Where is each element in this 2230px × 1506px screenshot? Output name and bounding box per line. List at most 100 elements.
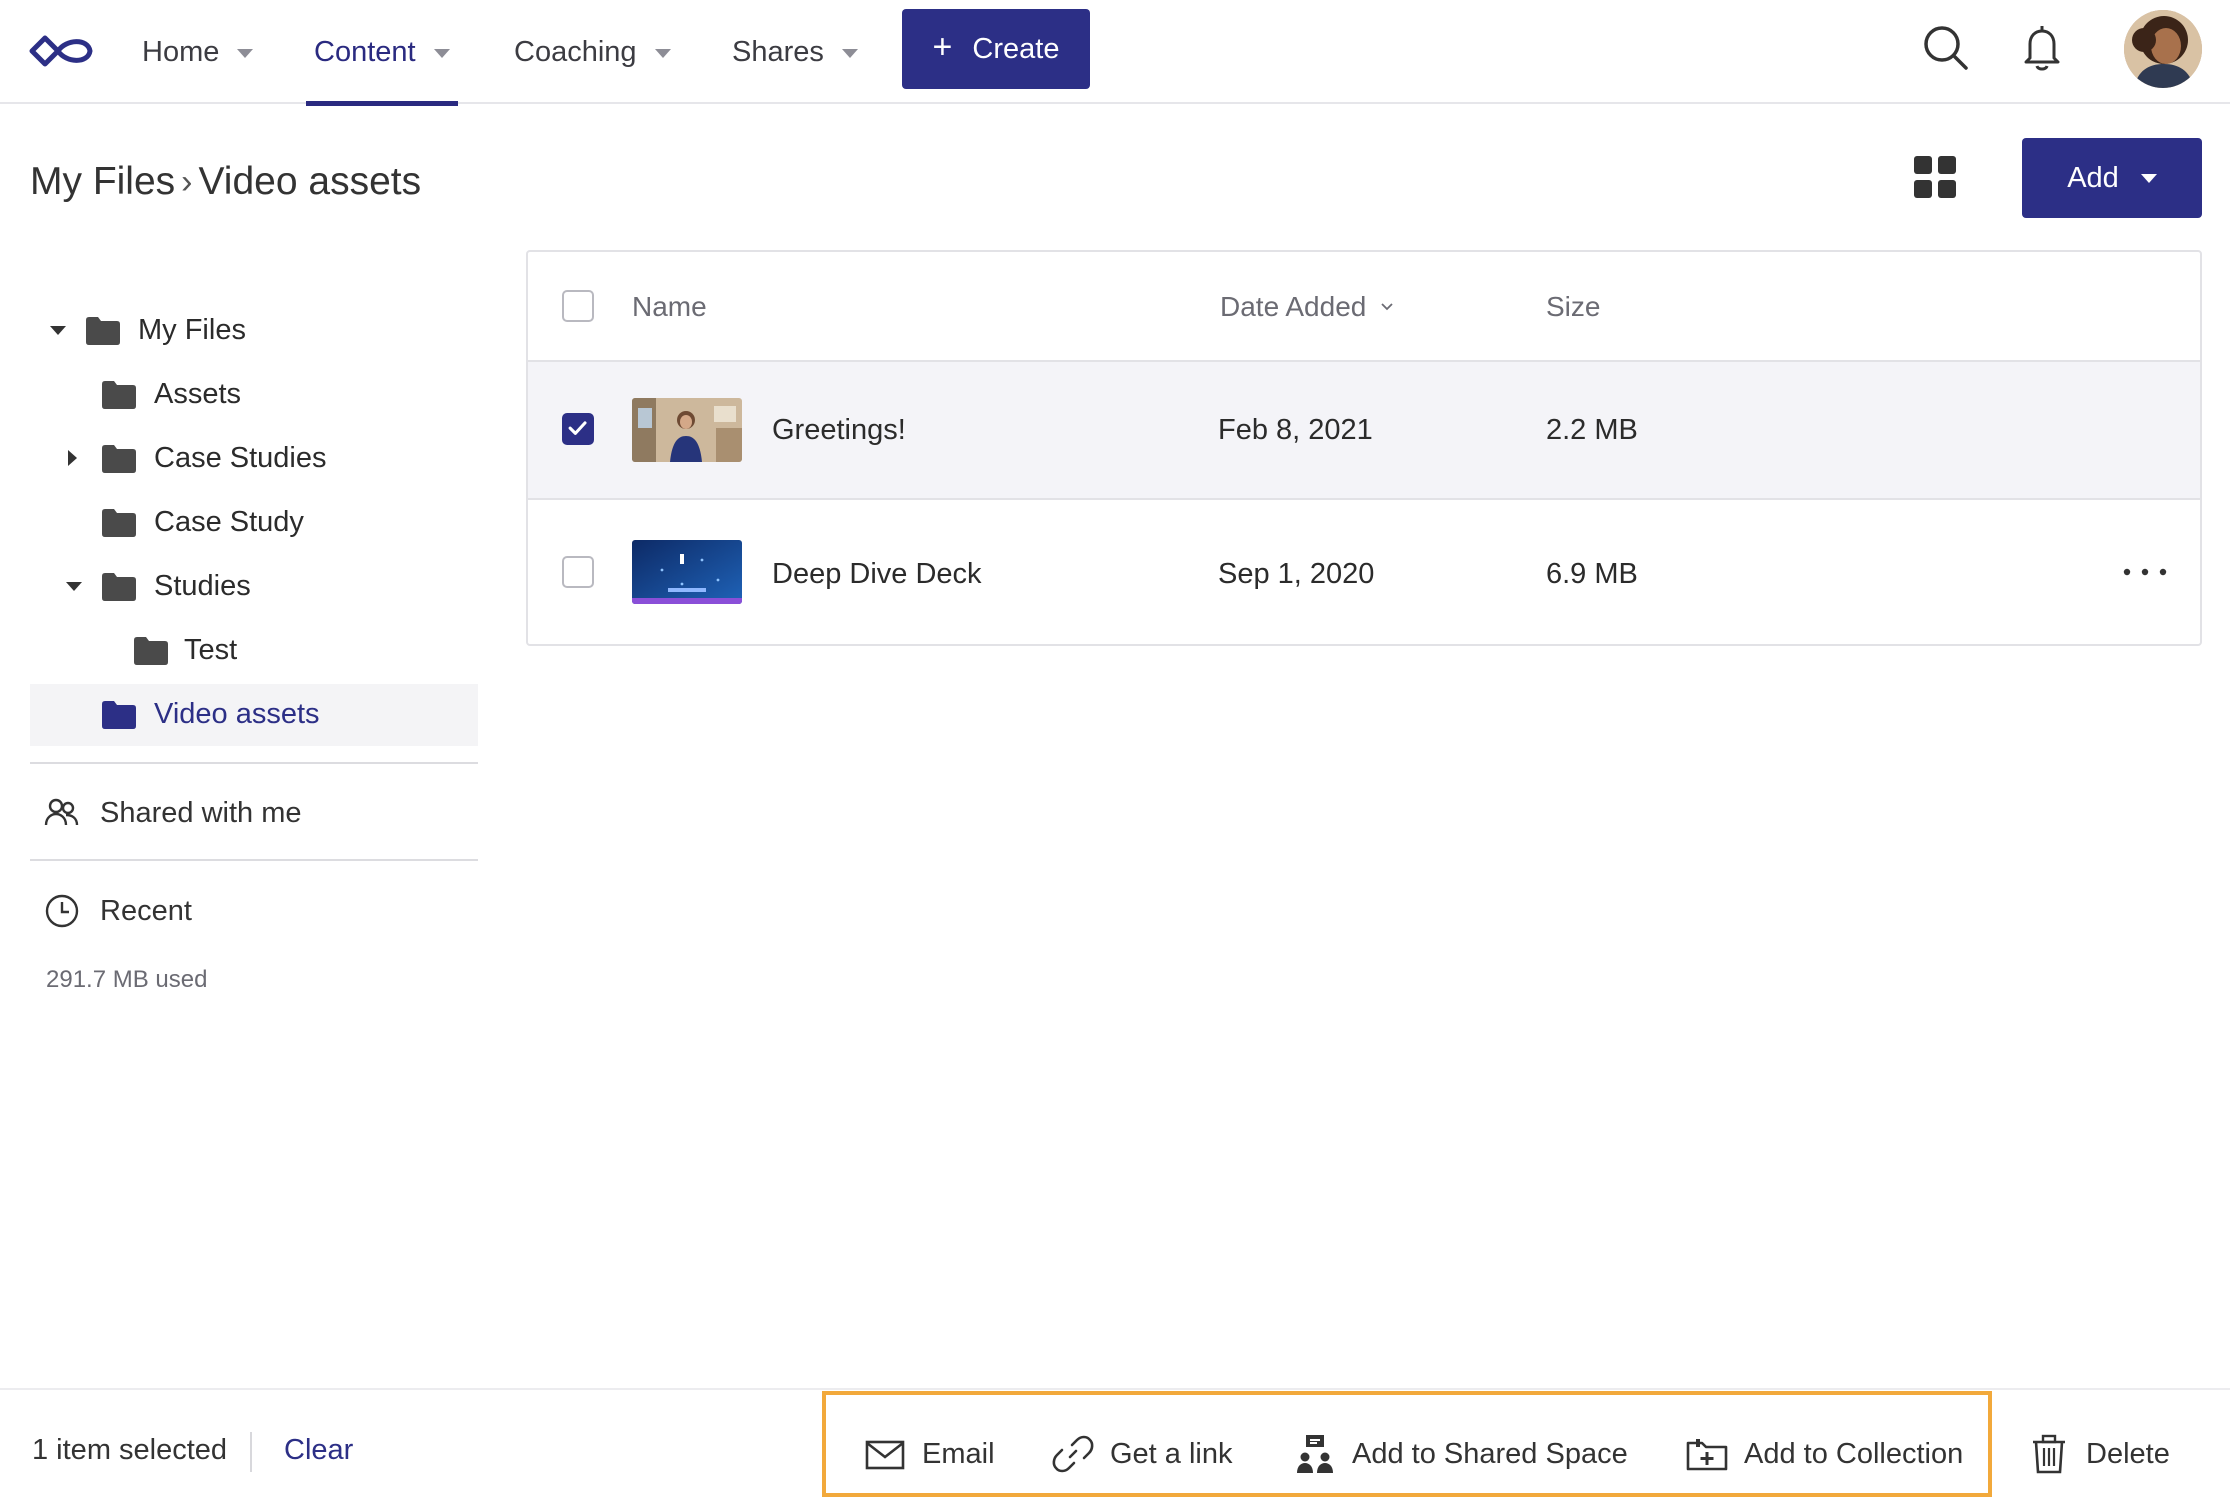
plus-icon: + — [932, 27, 953, 66]
search-icon[interactable] — [1920, 22, 1972, 74]
caret-down-icon[interactable] — [50, 325, 66, 335]
add-button[interactable]: Add — [2022, 138, 2202, 218]
add-to-collection-label: Add to Collection — [1744, 1437, 1964, 1470]
add-to-shared-space-button[interactable]: Add to Shared Space — [1294, 1424, 1628, 1484]
tree-item-label: Case Studies — [154, 441, 327, 474]
table-header: Name Date Added Size — [528, 252, 2200, 362]
link-icon — [1052, 1435, 1094, 1473]
tree-item-label: Test — [184, 633, 238, 666]
recent-link[interactable]: Recent — [44, 886, 192, 936]
clock-icon — [45, 894, 79, 928]
user-avatar[interactable] — [2124, 10, 2202, 88]
folder-icon — [102, 573, 136, 601]
shared-space-icon — [1297, 1435, 1333, 1473]
tree-item-studies[interactable]: Studies — [66, 556, 251, 616]
chevron-down-icon — [2140, 173, 2157, 183]
checkmark-icon — [568, 421, 587, 435]
file-size: 2.2 MB — [1546, 413, 1638, 446]
tree-item-label: Case Study — [154, 505, 304, 538]
selected-count: 1 item selected — [32, 1434, 228, 1466]
chevron-down-icon — [841, 49, 858, 58]
brand-logo-icon[interactable] — [28, 30, 96, 72]
sort-chevron-down-icon — [1381, 303, 1393, 311]
sidebar-divider — [30, 859, 478, 861]
recent-label: Recent — [100, 894, 192, 927]
folder-icon — [102, 701, 136, 729]
file-date: Sep 1, 2020 — [1218, 557, 1375, 590]
table-row[interactable]: Greetings! Feb 8, 2021 2.2 MB — [528, 362, 2200, 500]
file-name[interactable]: Deep Dive Deck — [772, 552, 982, 596]
row-checkbox[interactable] — [562, 413, 594, 445]
divider — [250, 1432, 252, 1472]
nav-home[interactable]: Home — [142, 0, 254, 104]
grid-view-icon[interactable] — [1914, 156, 1956, 198]
folder-plus-icon — [1686, 1439, 1728, 1471]
shared-with-me-link[interactable]: Shared with me — [44, 788, 302, 838]
file-size: 6.9 MB — [1546, 557, 1638, 590]
nav-shares[interactable]: Shares — [732, 0, 858, 104]
tree-item-label: Video assets — [154, 697, 320, 730]
tree-item-case-studies[interactable]: Case Studies — [68, 428, 327, 488]
column-name[interactable]: Name — [632, 252, 707, 362]
delete-button[interactable]: Delete — [2028, 1424, 2170, 1484]
create-button-label: Create — [972, 32, 1060, 65]
more-options-icon[interactable] — [2122, 566, 2168, 578]
get-link-label: Get a link — [1110, 1437, 1233, 1470]
tree-item-video-assets[interactable]: Video assets — [102, 684, 320, 744]
table-row[interactable]: Deep Dive Deck Sep 1, 2020 6.9 MB — [528, 502, 2200, 646]
get-link-button[interactable]: Get a link — [1052, 1424, 1233, 1484]
bell-icon[interactable] — [2016, 22, 2068, 74]
add-to-collection-button[interactable]: Add to Collection — [1686, 1424, 1963, 1484]
files-table: Name Date Added Size Greetings! Feb 8, 2… — [526, 250, 2202, 646]
folder-icon — [134, 637, 168, 665]
chevron-right-icon: › — [181, 162, 193, 201]
storage-usage: 291.7 MB used — [46, 966, 208, 993]
tree-item-test[interactable]: Test — [134, 620, 237, 680]
add-button-label: Add — [2067, 161, 2119, 194]
breadcrumb-current: Video assets — [198, 160, 422, 203]
column-size-label: Size — [1546, 291, 1601, 322]
chevron-down-icon — [433, 49, 450, 58]
tree-item-label: Studies — [154, 569, 251, 602]
email-button[interactable]: Email — [864, 1424, 995, 1484]
nav-shares-label: Shares — [732, 35, 824, 68]
column-name-label: Name — [632, 291, 707, 322]
folder-icon — [102, 509, 136, 537]
row-checkbox[interactable] — [562, 556, 594, 588]
file-date: Feb 8, 2021 — [1218, 413, 1373, 446]
tree-item-case-study[interactable]: Case Study — [102, 492, 304, 552]
nav-coaching-label: Coaching — [514, 35, 637, 68]
tree-item-my-files[interactable]: My Files — [50, 300, 246, 360]
tree-item-assets[interactable]: Assets — [102, 364, 241, 424]
nav-home-label: Home — [142, 35, 220, 68]
caret-down-icon[interactable] — [66, 581, 82, 591]
nav-content-label: Content — [314, 35, 416, 68]
deck-thumbnail[interactable] — [632, 540, 742, 604]
tree-item-label: My Files — [138, 313, 246, 346]
nav-coaching[interactable]: Coaching — [514, 0, 671, 104]
envelope-icon — [865, 1440, 905, 1470]
folder-icon — [102, 445, 136, 473]
column-date-added[interactable]: Date Added — [1220, 252, 1394, 362]
folder-icon — [102, 381, 136, 409]
select-all-checkbox[interactable] — [562, 290, 594, 322]
add-to-shared-space-label: Add to Shared Space — [1352, 1437, 1628, 1470]
chevron-down-icon — [654, 49, 671, 58]
tree-item-label: Assets — [154, 377, 242, 410]
sidebar-divider — [30, 762, 478, 764]
shared-with-me-label: Shared with me — [100, 796, 302, 829]
top-navigation: Home Content Coaching Shares + Create — [0, 0, 2230, 106]
breadcrumb: My Files › Video assets — [30, 160, 421, 204]
clear-selection-link[interactable]: Clear — [284, 1434, 353, 1467]
breadcrumb-my-files[interactable]: My Files — [30, 160, 175, 204]
file-name[interactable]: Greetings! — [772, 408, 906, 452]
email-label: Email — [922, 1437, 995, 1470]
folder-icon — [86, 317, 120, 345]
create-button[interactable]: + Create — [902, 9, 1090, 89]
caret-right-icon[interactable] — [68, 450, 77, 466]
column-date-label: Date Added — [1220, 291, 1367, 322]
column-size[interactable]: Size — [1546, 252, 1600, 362]
chevron-down-icon — [237, 49, 254, 58]
video-thumbnail[interactable] — [632, 398, 742, 462]
nav-content[interactable]: Content — [306, 0, 458, 106]
